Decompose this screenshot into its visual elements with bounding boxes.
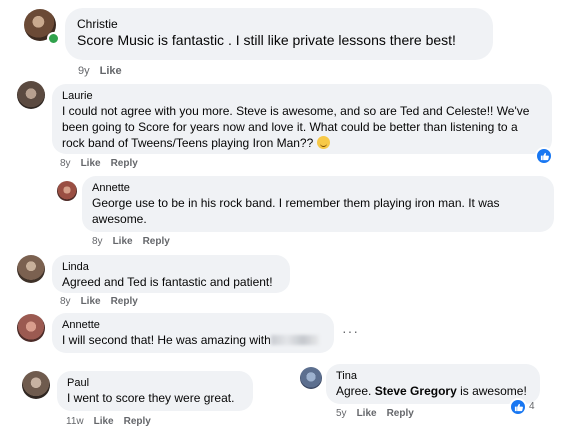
comment-text-line: rock band of Tweens/Teens playing Iron M… bbox=[62, 136, 314, 150]
comment-bubble: Annette George use to be in his rock ban… bbox=[82, 176, 554, 232]
comment-actions: 11w Like Reply bbox=[66, 416, 151, 427]
like-reaction-icon[interactable] bbox=[509, 398, 527, 416]
avatar[interactable] bbox=[300, 367, 322, 389]
comment-text: Agreed and Ted is fantastic and patient! bbox=[62, 275, 273, 289]
comment-bubble: Linda Agreed and Ted is fantastic and pa… bbox=[52, 255, 290, 293]
comment-timestamp[interactable]: 8y bbox=[60, 296, 71, 307]
like-button[interactable]: Like bbox=[357, 408, 377, 419]
reply-button[interactable]: Reply bbox=[124, 416, 151, 427]
comment-actions: 8y Like Reply bbox=[92, 236, 170, 247]
avatar[interactable] bbox=[17, 314, 45, 342]
like-button[interactable]: Like bbox=[81, 296, 101, 307]
comment-bubble: Christie Score Music is fantastic . I st… bbox=[65, 8, 493, 60]
comment-timestamp[interactable]: 8y bbox=[92, 236, 103, 247]
comment-author[interactable]: Annette bbox=[92, 181, 544, 195]
comment-author[interactable]: Linda bbox=[62, 260, 280, 274]
comment-timestamp[interactable]: 11w bbox=[66, 416, 84, 427]
comment-actions: 9y Like bbox=[78, 65, 122, 77]
avatar[interactable] bbox=[17, 255, 45, 283]
reply-button[interactable]: Reply bbox=[111, 158, 138, 169]
reaction-count[interactable]: 4 bbox=[529, 401, 535, 412]
tagged-user-link[interactable]: Steve Gregory bbox=[375, 384, 457, 398]
comment-author[interactable]: Annette bbox=[62, 318, 324, 332]
comment-text: I will second that! He was amazing with bbox=[62, 333, 271, 347]
comment-timestamp[interactable]: 8y bbox=[60, 158, 71, 169]
avatar[interactable] bbox=[57, 181, 77, 201]
like-reaction-icon[interactable] bbox=[535, 147, 553, 165]
reply-button[interactable]: Reply bbox=[387, 408, 414, 419]
comment-author[interactable]: Christie bbox=[77, 17, 481, 31]
comment-text: I went to score they were great. bbox=[67, 391, 235, 405]
comment-author[interactable]: Tina bbox=[336, 369, 530, 383]
reply-button[interactable]: Reply bbox=[143, 236, 170, 247]
comment-actions: 5y Like Reply bbox=[336, 408, 414, 419]
like-button[interactable]: Like bbox=[81, 158, 101, 169]
comment-bubble: Annette I will second that! He was amazi… bbox=[52, 313, 334, 353]
comment-bubble: Tina Agree. Steve Gregory is awesome! bbox=[326, 364, 540, 404]
avatar[interactable] bbox=[22, 371, 50, 399]
comment-text: Score Music is fantastic . I still like … bbox=[77, 32, 456, 48]
more-options-icon[interactable]: ··· bbox=[342, 323, 359, 339]
grinning-emoji-icon bbox=[316, 136, 330, 149]
comment-text-line: awesome. bbox=[92, 212, 147, 226]
comment-actions: 8y Like Reply bbox=[60, 296, 138, 307]
comment-text: is awesome! bbox=[460, 384, 527, 398]
avatar[interactable] bbox=[17, 81, 45, 109]
online-indicator bbox=[47, 32, 60, 45]
like-button[interactable]: Like bbox=[113, 236, 133, 247]
reply-button[interactable]: Reply bbox=[111, 296, 138, 307]
comment-text-line: I could not agree with you more. Steve i… bbox=[62, 104, 530, 118]
redacted-mention bbox=[270, 335, 319, 345]
comment-actions: 8y Like Reply bbox=[60, 158, 138, 169]
comment-timestamp[interactable]: 5y bbox=[336, 408, 347, 419]
like-button[interactable]: Like bbox=[100, 65, 122, 77]
comment-author[interactable]: Laurie bbox=[62, 89, 542, 103]
comment-bubble: Paul I went to score they were great. bbox=[57, 371, 253, 411]
comment-author[interactable]: Paul bbox=[67, 376, 243, 390]
comment-timestamp[interactable]: 9y bbox=[78, 65, 90, 77]
comment-text-line: George use to be in his rock band. I rem… bbox=[92, 196, 500, 210]
comment-text: Agree. bbox=[336, 384, 372, 398]
like-button[interactable]: Like bbox=[94, 416, 114, 427]
comment-bubble: Laurie I could not agree with you more. … bbox=[52, 84, 552, 154]
comment-text-line: been going to Score for years now and lo… bbox=[62, 120, 518, 134]
